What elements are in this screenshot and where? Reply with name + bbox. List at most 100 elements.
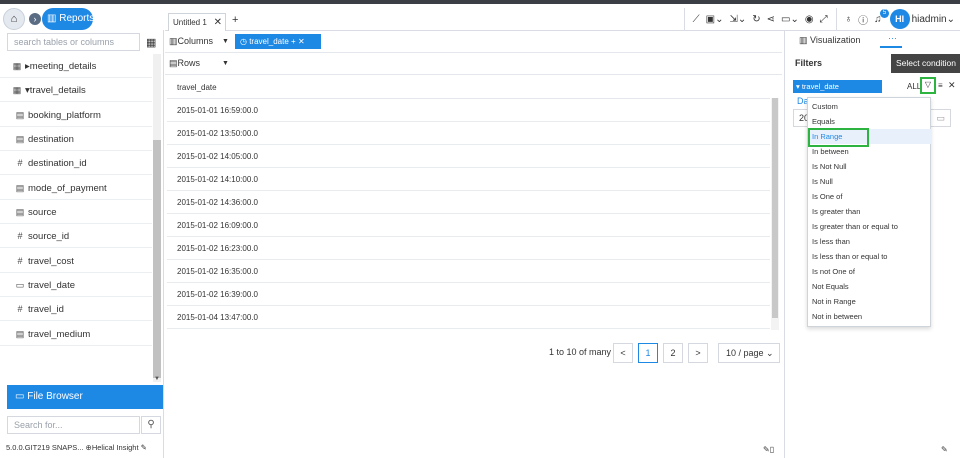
column-pill-travel-date[interactable]: ◷ travel_date + ✕ <box>235 34 321 49</box>
help-icon[interactable]: ⓘ <box>858 12 868 27</box>
option-is-greater-than-or-equal-to[interactable]: Is greater than or equal to <box>808 219 932 234</box>
tree-item-source[interactable]: ▤ source <box>0 200 152 224</box>
tree-item-label: destination <box>28 134 74 145</box>
tree-item-travel-id[interactable]: # travel_id <box>0 297 152 321</box>
scroll-down-icon[interactable]: ▼ <box>154 376 160 382</box>
option-is-less-than[interactable]: Is less than <box>808 234 932 249</box>
preview-icon[interactable]: ◉ <box>805 14 814 25</box>
option-is-null[interactable]: Is Null <box>808 174 932 189</box>
table-scrollbar[interactable] <box>771 98 779 330</box>
refresh-icon[interactable]: ↻ <box>752 14 760 25</box>
option-is-less-than-or-equal-to[interactable]: Is less than or equal to <box>808 249 932 264</box>
chevron-right-icon: › <box>29 13 41 25</box>
option-is-one-of[interactable]: Is One of <box>808 189 932 204</box>
chart-icon: ▥ <box>47 13 60 24</box>
toolbar: ⟋ ▣⌄ ⇲⌄ ↻ ⋖ ▭⌄ ◉ ⤢ ♁ ⓘ ♫ 5 HI hiadmin⌄ <box>676 7 955 31</box>
hash-icon: # <box>17 158 23 168</box>
table-row: 2015-01-04 13:47:00.0 <box>167 306 770 329</box>
next-page-button[interactable]: > <box>688 343 708 363</box>
table-row: 2015-01-02 14:36:00.0 <box>167 191 770 214</box>
tree-item-travel-date[interactable]: ▭ travel_date <box>0 273 152 297</box>
save-icon[interactable]: ▣⌄ <box>706 14 724 25</box>
search-tables-input[interactable]: search tables or columns <box>7 33 140 51</box>
prev-page-button[interactable]: < <box>613 343 633 363</box>
tree-item-destination[interactable]: ▤ destination <box>0 127 152 151</box>
breadcrumb-reports[interactable]: ▥ Reports <box>42 8 94 30</box>
add-icon[interactable]: + <box>291 37 296 46</box>
tree-item-label: travel_id <box>28 304 64 315</box>
table-icon: ▦ <box>12 61 22 71</box>
tree-item-meeting-details[interactable]: ▦ ▸meeting_details <box>0 54 152 78</box>
avatar[interactable]: HI <box>889 9 910 29</box>
option-not-equals[interactable]: Not Equals <box>808 279 932 294</box>
username-dropdown[interactable]: hiadmin⌄ <box>912 14 955 25</box>
bell-icon[interactable]: ♫ 5 <box>874 8 890 25</box>
share-icon[interactable]: ⋖ <box>767 14 775 25</box>
option-not-in-range[interactable]: Not in Range <box>808 294 932 309</box>
option-not-in-between[interactable]: Not in between <box>808 309 932 324</box>
pill-label: travel_date <box>249 37 289 46</box>
columns-label: ▥Columns <box>169 36 214 46</box>
home-icon[interactable]: ⌂ <box>3 8 25 30</box>
export-icon[interactable]: ⇲⌄ <box>729 14 746 25</box>
data-table: travel_date 2015-01-01 16:59:00.0 2015-0… <box>167 76 770 329</box>
option-is-not-one-of[interactable]: Is not One of <box>808 264 932 279</box>
tree-item-travel-medium[interactable]: ▤ travel_medium <box>0 322 152 346</box>
add-tab-icon[interactable]: + <box>232 14 238 26</box>
tree-item-source-id[interactable]: # source_id <box>0 224 152 248</box>
tree-item-travel-cost[interactable]: # travel_cost <box>0 249 152 273</box>
tree-item-booking-platform[interactable]: ▤ booking_platform <box>0 103 152 127</box>
table-icon: ▦ <box>12 85 22 95</box>
tree-scrollbar[interactable]: ▼ <box>153 54 161 382</box>
search-for-input[interactable]: Search for... <box>7 416 140 434</box>
option-is-not-null[interactable]: Is Not Null <box>808 159 932 174</box>
divider <box>683 8 685 30</box>
tooltip: Select condition <box>891 54 960 73</box>
doc-icon: ▤ <box>15 110 25 120</box>
doc-icon: ▤ <box>15 183 25 193</box>
tab-visualization[interactable]: ▥ Visualization <box>799 35 860 46</box>
username: hiadmin <box>911 13 947 25</box>
close-icon[interactable]: ✕ <box>298 37 305 46</box>
tree-item-label: mode_of_payment <box>28 183 107 194</box>
file-browser-button[interactable]: ▭ File Browser <box>7 385 163 409</box>
left-panel: search tables or columns ▦ ▦ ▸meeting_det… <box>0 30 164 458</box>
tab-untitled-1[interactable]: Untitled 1 ✕ <box>168 13 226 31</box>
file-browser-label: File Browser <box>27 391 83 402</box>
filter-travel-date[interactable]: ▾ travel_date <box>793 80 882 93</box>
pin-icon[interactable]: ✎ <box>141 443 147 452</box>
close-icon[interactable]: ✕ <box>948 80 956 91</box>
pin-icon[interactable]: ✎ <box>941 445 948 454</box>
tree-item-mode-of-payment[interactable]: ▤ mode_of_payment <box>0 176 152 200</box>
page-1-button[interactable]: 1 <box>638 343 658 363</box>
menu-icon[interactable]: ≡ <box>938 81 943 90</box>
pagination-info: 1 to 10 of many <box>549 347 612 357</box>
option-equals[interactable]: Equals <box>808 114 932 129</box>
table-tree: ▦ ▸meeting_details ▦ ▾travel_details ▤ book… <box>0 54 152 384</box>
tree-item-travel-details[interactable]: ▦ ▾travel_details <box>0 78 152 102</box>
calendar-icon[interactable]: ▭ <box>936 110 945 126</box>
more-icon[interactable]: ··· <box>888 33 897 43</box>
columns-dropdown-icon[interactable]: ▼ <box>222 38 229 45</box>
layout-icon[interactable]: ▭⌄ <box>781 14 799 25</box>
rows-dropdown-icon[interactable]: ▼ <box>222 60 229 67</box>
option-custom[interactable]: Custom <box>808 99 932 114</box>
option-is-greater-than[interactable]: Is greater than <box>808 204 932 219</box>
search-icon[interactable]: ⚲ <box>141 416 161 434</box>
doc-icon: ▤ <box>15 207 25 217</box>
filter-condition-icon[interactable]: ▽ <box>920 77 936 94</box>
fullscreen-icon[interactable]: ⤢ <box>820 14 828 25</box>
lightbulb-icon[interactable]: ♁ <box>845 14 853 25</box>
brand-text: Helical Insight <box>91 443 139 452</box>
grid-icon[interactable]: ▦ <box>146 36 156 49</box>
page-2-button[interactable]: 2 <box>663 343 683 363</box>
table-row: 2015-01-02 16:09:00.0 <box>167 214 770 237</box>
line-chart-icon[interactable]: ⟋ <box>693 14 700 25</box>
column-header[interactable]: travel_date <box>167 76 770 99</box>
page-size-select[interactable]: 10 / page ⌄ <box>718 343 780 363</box>
tree-item-destination-id[interactable]: # destination_id <box>0 151 152 175</box>
scroll-thumb[interactable] <box>153 140 161 378</box>
scroll-thumb[interactable] <box>772 98 778 318</box>
pin-icon[interactable]: ✎▯ <box>763 445 774 454</box>
close-icon[interactable]: ✕ <box>214 14 222 32</box>
